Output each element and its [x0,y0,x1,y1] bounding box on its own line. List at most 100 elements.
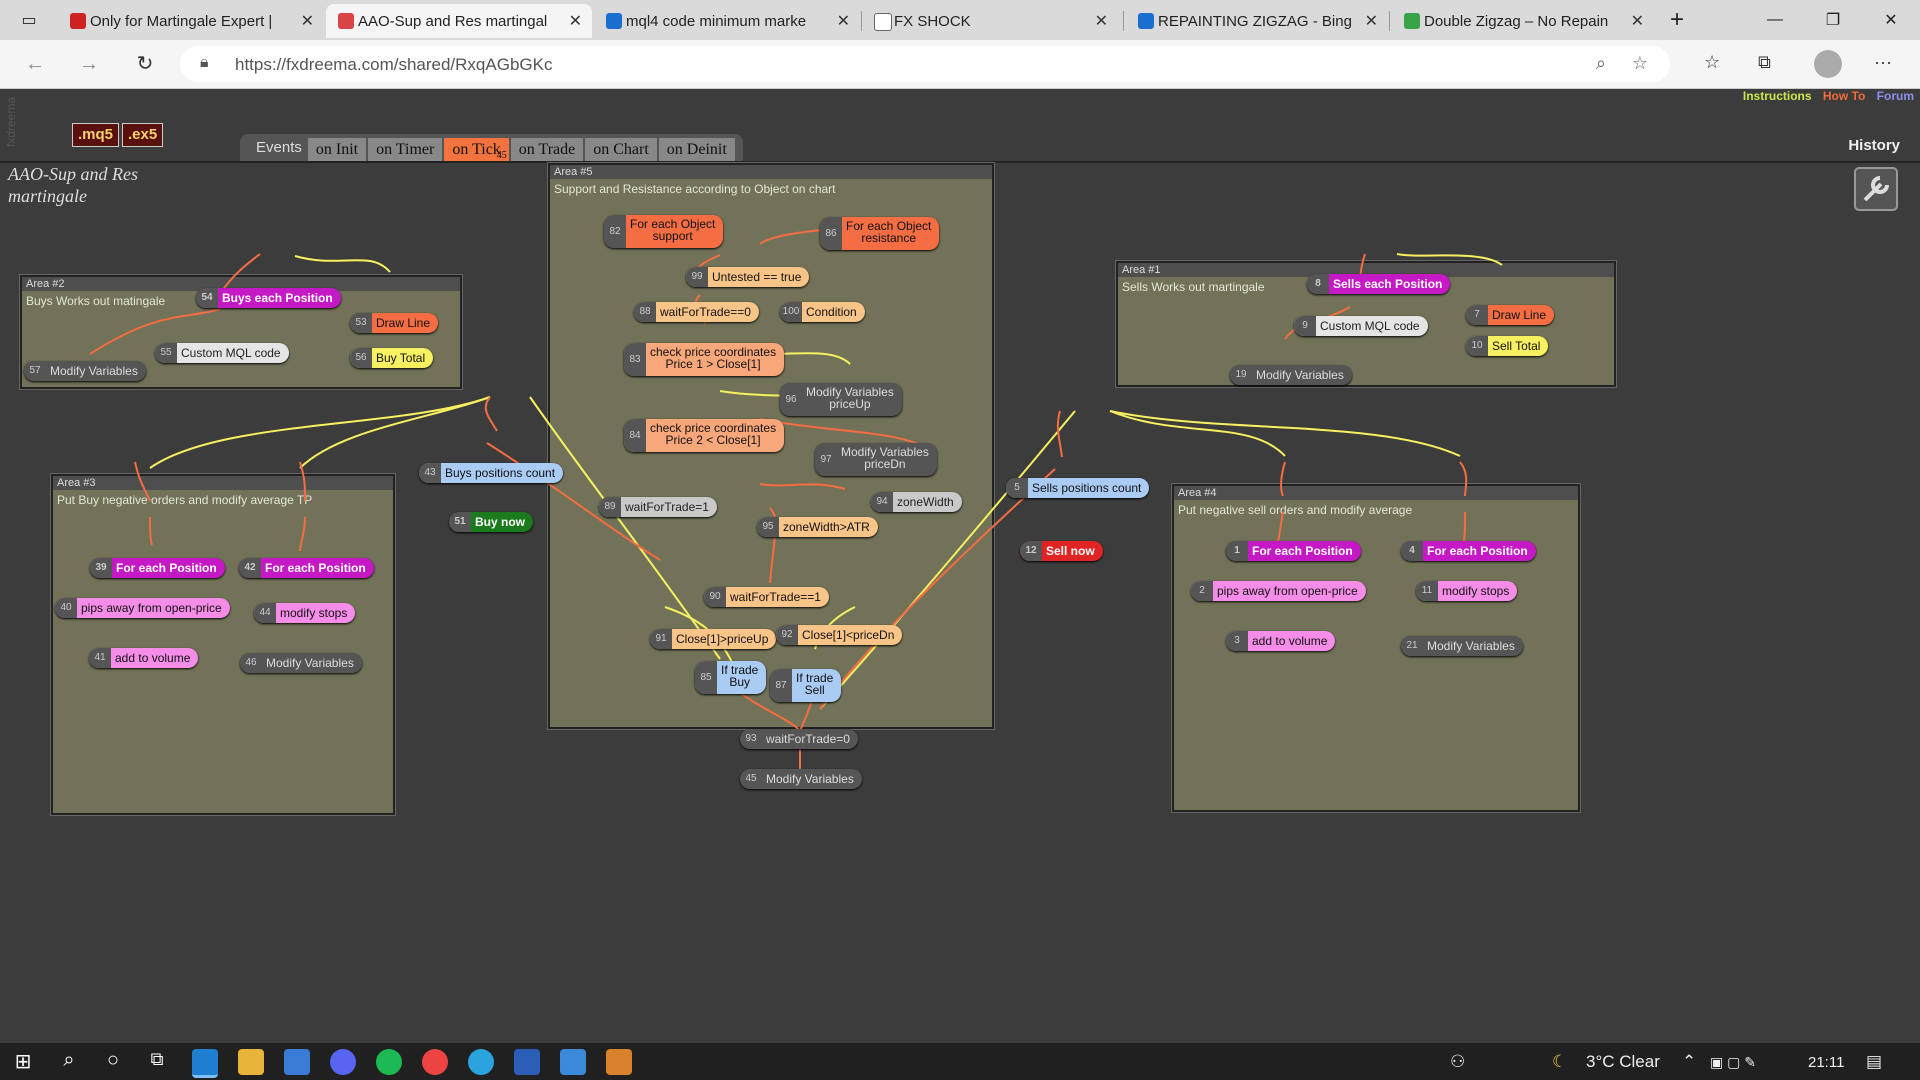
tray-icons[interactable]: ▣ ▢ ✎ [1710,1054,1756,1071]
tab-close-icon[interactable]: ✕ [1095,11,1108,31]
tab-5[interactable]: REPAINTING ZIGZAG - Bing ✕ [1126,4,1388,38]
block-modify-variables-priceup[interactable]: 96 Modify Variables priceUp [780,383,902,416]
tab-1[interactable]: Only for Martingale Expert | ✕ [58,4,324,38]
profile-avatar-icon[interactable] [1814,50,1842,78]
block-modify-variables-pricedn[interactable]: 97 Modify Variables priceDn [815,443,937,476]
tab-close-icon[interactable]: ✕ [837,11,850,31]
block-buys-each-position[interactable]: 54 Buys each Position [196,288,341,308]
tab-3[interactable]: mql4 code minimum marke ✕ [594,4,860,38]
block-buys-positions-count[interactable]: 43 Buys positions count [419,463,564,483]
minimize-button[interactable]: — [1752,0,1798,40]
tray-chevron-icon[interactable]: ⌃ [1682,1052,1696,1072]
more-menu-icon[interactable]: ··· [1874,52,1892,73]
block-label: Sells each Position [1333,277,1443,291]
block-wait-for-trade-eq-1[interactable]: 90 waitForTrade==1 [704,587,829,607]
app-icon[interactable] [284,1049,310,1075]
favorite-star-icon[interactable]: ☆ [1632,53,1648,74]
tab-close-icon[interactable]: ✕ [301,11,314,31]
back-arrow-icon[interactable]: ← [20,50,50,78]
mail-icon[interactable] [560,1049,586,1075]
notifications-icon[interactable]: ▤ [1866,1052,1882,1072]
windows-start-icon[interactable]: ⊞ [10,1049,36,1075]
tab-4[interactable]: FX SHOCK ✕ [862,4,1118,38]
url-text: https://fxdreema.com/shared/RxqAGbGKc [235,55,553,74]
block-close-lt-pricedn[interactable]: 92 Close[1]<priceDn [776,625,903,645]
block-modify-variables[interactable]: 21 Modify Variables [1401,636,1523,656]
chrome-icon[interactable] [422,1049,448,1075]
cortana-icon[interactable]: ○ [100,1049,126,1075]
block-close-gt-priceup[interactable]: 91 Close[1]>priceUp [650,629,777,649]
block-sells-each-position[interactable]: 8 Sells each Position [1307,274,1451,294]
app-icon[interactable] [514,1049,540,1075]
block-zone-width-atr[interactable]: 95 zoneWidth>ATR [757,517,878,537]
spotify-icon[interactable] [376,1049,402,1075]
forward-arrow-icon[interactable]: → [74,50,104,78]
block-if-trade-buy[interactable]: 85 If trade Buy [695,661,767,694]
block-id: 5 [1006,478,1028,498]
block-for-each-object-resistance[interactable]: 86 For each Object resistance [820,217,940,250]
close-window-button[interactable]: ✕ [1868,0,1914,40]
block-check-price-down[interactable]: 84 check price coordinates Price 2 < Close… [624,419,785,452]
block-modify-variables[interactable]: 57 Modify Variables [24,361,146,381]
block-if-trade-sell[interactable]: 87 If trade Sell [770,669,842,702]
block-sell-now[interactable]: 12 Sell now [1020,541,1103,561]
block-for-each-position[interactable]: 39 For each Position [90,558,225,578]
block-modify-stops[interactable]: 44 modify stops [254,603,356,623]
block-custom-mql-code[interactable]: 55 Custom MQL code [155,343,289,363]
block-modify-variables[interactable]: 46 Modify Variables [240,653,362,673]
block-for-each-position[interactable]: 4 For each Position [1401,541,1536,561]
block-add-to-volume[interactable]: 41 add to volume [89,648,199,668]
block-wait-for-trade-eq-0[interactable]: 88 waitForTrade==0 [634,302,759,322]
block-modify-stops[interactable]: 11 modify stops [1416,581,1518,601]
tab-6[interactable]: Double Zigzag – No Repain ✕ [1392,4,1654,38]
zoom-icon[interactable]: ⌕ [1596,53,1606,74]
clock[interactable]: 21:11 [1808,1054,1844,1071]
block-zone-width[interactable]: 94 zoneWidth [871,492,962,512]
block-buy-total[interactable]: 56 Buy Total [350,348,434,368]
block-for-each-position[interactable]: 42 For each Position [239,558,374,578]
refresh-icon[interactable]: ↻ [130,50,160,78]
tab-favicon-icon [338,13,354,29]
block-draw-line[interactable]: 7 Draw Line [1466,305,1555,325]
edge-icon[interactable] [192,1049,218,1078]
block-id: 45 [740,769,762,789]
favorites-icon[interactable]: ☆ [1704,52,1720,73]
people-icon[interactable]: ⚇ [1450,1052,1465,1072]
file-explorer-icon[interactable] [238,1049,264,1075]
block-modify-variables[interactable]: 45 Modify Variables [740,769,862,789]
new-tab-button[interactable]: + [1654,0,1700,40]
tab-close-icon[interactable]: ✕ [569,11,582,31]
block-for-each-position[interactable]: 1 For each Position [1226,541,1361,561]
search-icon[interactable]: ⌕ [56,1049,82,1075]
tab-close-icon[interactable]: ✕ [1365,11,1378,31]
block-add-to-volume[interactable]: 3 add to volume [1226,631,1336,651]
block-id: 7 [1466,305,1488,325]
block-wait-for-trade-0[interactable]: 93 waitForTrade=0 [740,729,858,749]
block-sell-total[interactable]: 10 Sell Total [1466,336,1549,356]
block-pips-away-from-open-price[interactable]: 2 pips away from open-price [1191,581,1366,601]
block-wait-for-trade-1[interactable]: 89 waitForTrade=1 [599,497,717,517]
mt5-icon[interactable] [606,1049,632,1075]
block-id: 94 [871,492,893,512]
block-modify-variables[interactable]: 19 Modify Variables [1230,365,1352,385]
block-untested-true[interactable]: 99 Untested == true [686,267,810,287]
tab-2-active[interactable]: AAO-Sup and Res martingal ✕ [326,4,592,38]
discord-icon[interactable] [330,1049,356,1075]
block-pips-away-from-open-price[interactable]: 40 pips away from open-price [55,598,230,618]
block-custom-mql-code[interactable]: 9 Custom MQL code [1294,316,1428,336]
weather-text[interactable]: 3°C Clear [1586,1052,1660,1072]
collections-icon[interactable]: ⧉ [1758,52,1771,73]
block-draw-line[interactable]: 53 Draw Line [350,313,439,333]
tab-close-icon[interactable]: ✕ [1631,11,1644,31]
lock-icon: 🔒︎ [200,54,209,71]
url-field[interactable]: 🔒︎ https://fxdreema.com/shared/RxqAGbGKc… [180,46,1670,82]
block-check-price-up[interactable]: 83 check price coordinates Price 1 > Close… [624,343,785,376]
tab-actions-icon[interactable]: ▭ [6,0,52,40]
block-for-each-object-support[interactable]: 82 For each Object support [604,215,724,248]
task-view-icon[interactable]: ⧉ [144,1049,170,1075]
block-buy-now[interactable]: 51 Buy now [449,512,533,532]
block-sells-positions-count[interactable]: 5 Sells positions count [1006,478,1150,498]
block-condition[interactable]: 100 Condition [780,302,865,322]
telegram-icon[interactable] [468,1049,494,1075]
maximize-button[interactable]: ❐ [1810,0,1856,40]
